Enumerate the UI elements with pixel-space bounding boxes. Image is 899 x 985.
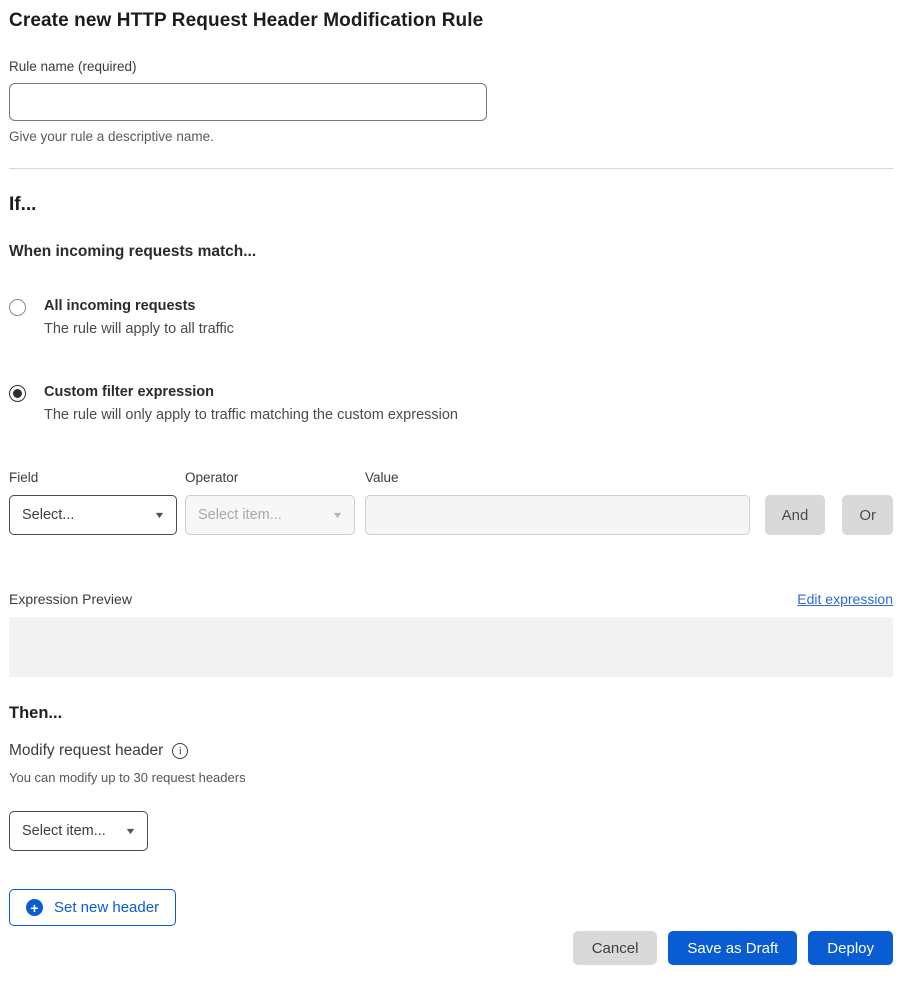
field-select[interactable]: Select... ▼ (9, 495, 177, 535)
radio-option-all-incoming[interactable]: All incoming requests The rule will appl… (9, 298, 893, 337)
expression-preview-label: Expression Preview (9, 591, 132, 607)
radio-desc-all-incoming: The rule will apply to all traffic (44, 321, 234, 337)
modify-request-header-label: Modify request header (9, 742, 163, 760)
deploy-button[interactable]: Deploy (808, 931, 893, 965)
operator-select[interactable]: Select item... ▼ (185, 495, 355, 535)
chevron-down-icon: ▼ (124, 826, 136, 836)
radio-option-custom-filter[interactable]: Custom filter expression The rule will o… (9, 384, 893, 423)
value-label: Value (365, 470, 750, 485)
page-title: Create new HTTP Request Header Modificat… (9, 10, 893, 32)
modify-header-helper: You can modify up to 30 request headers (9, 770, 893, 785)
if-heading: If... (9, 194, 893, 216)
and-button[interactable]: And (765, 495, 826, 535)
edit-expression-link[interactable]: Edit expression (797, 591, 893, 607)
expression-preview-header: Expression Preview Edit expression (9, 591, 893, 607)
match-subheading: When incoming requests match... (9, 243, 893, 261)
radio-label-all-incoming[interactable]: All incoming requests (44, 298, 234, 314)
cancel-button[interactable]: Cancel (573, 931, 658, 965)
chevron-down-icon: ▼ (331, 510, 343, 520)
radio-button-unselected[interactable] (9, 299, 26, 316)
operator-select-value: Select item... (198, 507, 282, 523)
field-select-value: Select... (22, 507, 74, 523)
header-action-select-value: Select item... (22, 823, 106, 839)
create-rule-form: Create new HTTP Request Header Modificat… (0, 0, 899, 985)
radio-label-custom-filter[interactable]: Custom filter expression (44, 384, 458, 400)
value-input[interactable] (365, 495, 750, 535)
section-divider (9, 168, 893, 169)
info-icon[interactable]: i (172, 743, 188, 759)
save-as-draft-button[interactable]: Save as Draft (668, 931, 797, 965)
chevron-down-icon: ▼ (153, 510, 165, 520)
rule-name-label: Rule name (required) (9, 59, 893, 74)
or-button[interactable]: Or (842, 495, 893, 535)
then-heading: Then... (9, 704, 893, 723)
set-new-header-button[interactable]: + Set new header (9, 889, 176, 926)
radio-desc-custom-filter: The rule will only apply to traffic matc… (44, 407, 458, 423)
rule-name-input[interactable] (9, 83, 487, 121)
expression-preview-box (9, 617, 893, 677)
plus-icon: + (26, 899, 43, 916)
filter-builder-row: Field Select... ▼ Operator Select item..… (9, 470, 893, 535)
rule-name-helper: Give your rule a descriptive name. (9, 129, 893, 144)
modify-header-row: Modify request header i (9, 742, 893, 760)
header-action-select[interactable]: Select item... ▼ (9, 811, 148, 851)
set-new-header-label: Set new header (54, 899, 159, 916)
operator-label: Operator (185, 470, 355, 485)
footer-actions: Cancel Save as Draft Deploy (9, 931, 893, 965)
field-label: Field (9, 470, 177, 485)
radio-button-selected[interactable] (9, 385, 26, 402)
